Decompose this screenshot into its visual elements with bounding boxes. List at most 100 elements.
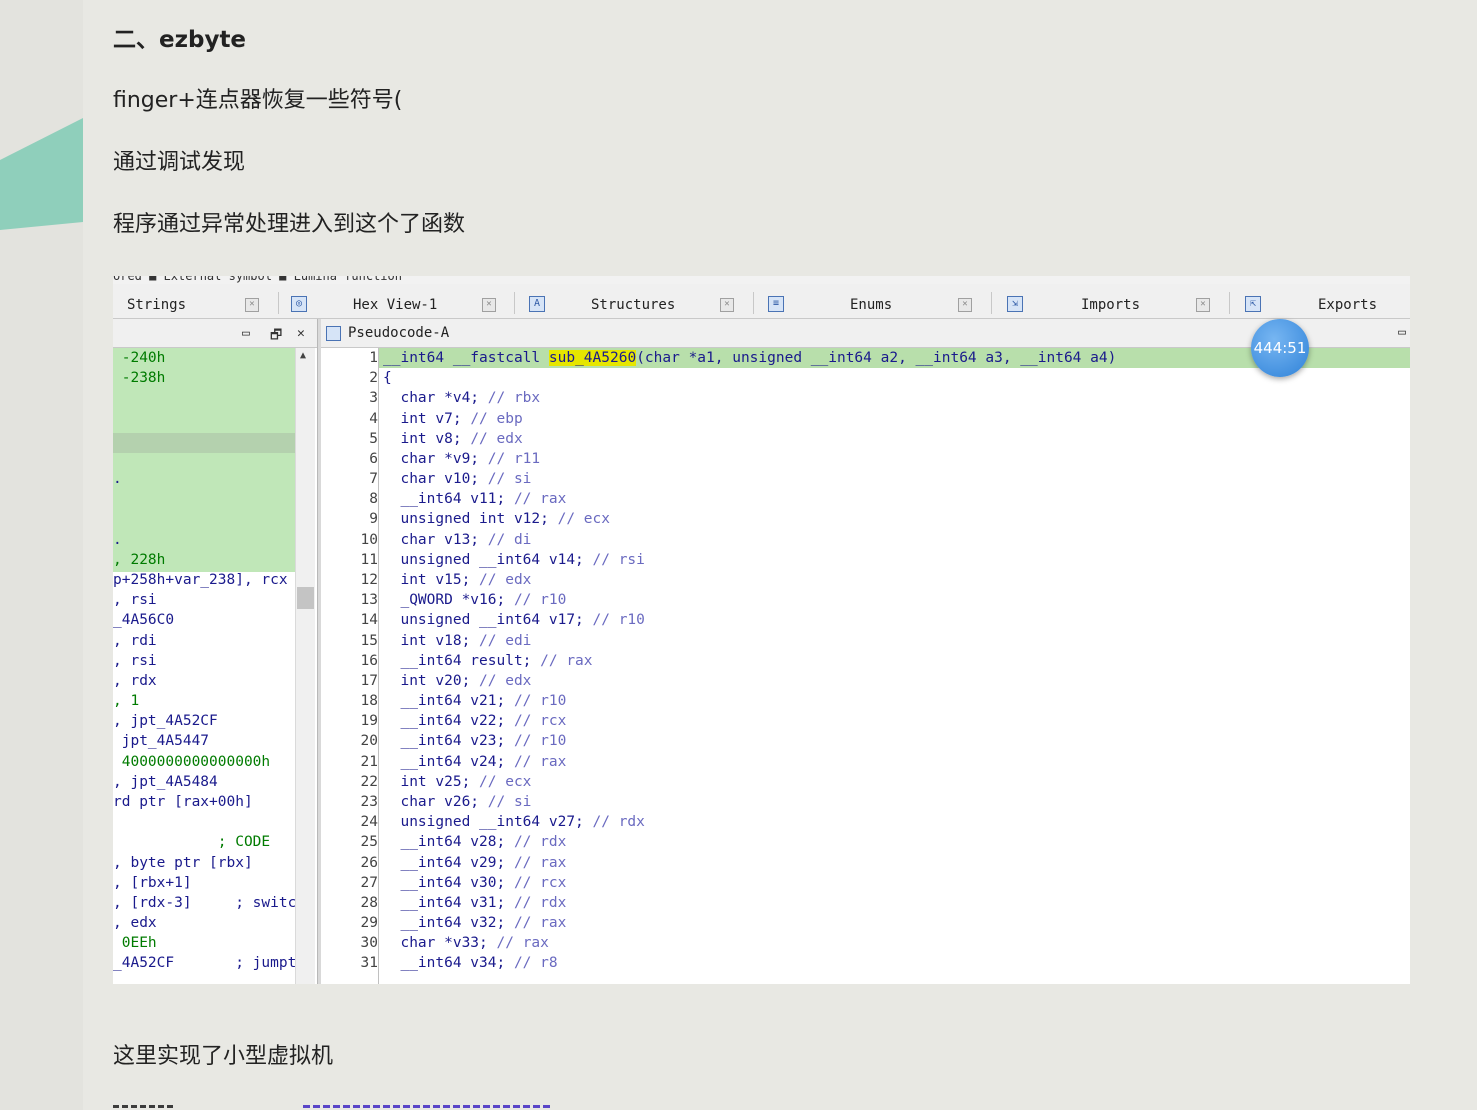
scroll-thumb[interactable] bbox=[297, 587, 314, 609]
code-line: __int64 v32; // rax bbox=[383, 913, 566, 933]
line-number: 5 bbox=[369, 430, 378, 447]
close-icon[interactable]: ✕ bbox=[297, 326, 305, 341]
code-comment: // ecx bbox=[479, 773, 532, 790]
code-line: __int64 v22; // rcx bbox=[383, 711, 566, 731]
code-line: int v8; // edx bbox=[383, 429, 522, 449]
code-line: int v15; // edx bbox=[383, 570, 531, 590]
disassembly-line: jpt_4A5447 bbox=[113, 733, 210, 750]
code-comment: // r10 bbox=[592, 612, 645, 629]
disassembly-line: -240h bbox=[113, 350, 166, 366]
code-line: __int64 v34; // r8 bbox=[383, 953, 557, 973]
code-text: __int64 v11; bbox=[383, 491, 514, 508]
code-comment: // rax bbox=[540, 652, 593, 669]
code-text: int v18; bbox=[383, 632, 480, 649]
close-icon[interactable]: ✕ bbox=[1196, 298, 1210, 312]
tab-hex-view[interactable]: Hex View-1 bbox=[353, 284, 437, 318]
disassembly-line: , [rdx-3] ; switc bbox=[113, 894, 297, 911]
enums-icon: ≡ bbox=[768, 296, 784, 312]
line-number: 4 bbox=[369, 410, 378, 427]
disassembly-line: , rdi bbox=[113, 632, 157, 649]
close-icon[interactable]: ✕ bbox=[958, 298, 972, 312]
pseudocode-icon bbox=[326, 326, 341, 341]
disassembly-line: , 228h bbox=[113, 551, 166, 568]
code-comment: // rsi bbox=[592, 551, 645, 568]
disassembly-line: ; CODE bbox=[113, 834, 271, 851]
close-icon[interactable]: ✕ bbox=[482, 298, 496, 312]
tab-strings[interactable]: Strings bbox=[127, 284, 186, 318]
vertical-scrollbar[interactable]: ▲ bbox=[295, 348, 315, 984]
disassembly-line: , rdx bbox=[113, 672, 157, 689]
code-text: __int64 result; bbox=[383, 652, 541, 669]
disassembly-line bbox=[113, 489, 298, 509]
divider bbox=[514, 292, 515, 314]
tab-structures[interactable]: Structures bbox=[591, 284, 675, 318]
scroll-up-icon[interactable]: ▲ bbox=[300, 350, 306, 361]
disassembly-line: , rsi bbox=[113, 592, 157, 609]
tab-exports[interactable]: Exports bbox=[1318, 284, 1377, 318]
pseudocode-title[interactable]: Pseudocode-A bbox=[348, 319, 449, 347]
code-comment: // rdx bbox=[513, 834, 567, 851]
code-params: (char *a1, unsigned __int64 a2, __int64 … bbox=[636, 350, 1117, 366]
pseudocode-header: Pseudocode-A ▭ bbox=[321, 319, 1410, 348]
divider bbox=[753, 292, 754, 314]
line-number: 14 bbox=[360, 612, 378, 629]
disassembly-line: . bbox=[113, 531, 122, 548]
divider bbox=[991, 292, 992, 314]
line-number: 18 bbox=[360, 693, 378, 710]
maximize-icon[interactable]: ▭ bbox=[242, 326, 250, 341]
code-text: int v25; bbox=[383, 773, 480, 790]
line-number: 16 bbox=[360, 652, 378, 669]
disassembly-line: , edx bbox=[113, 915, 157, 932]
code-area[interactable]: __int64 __fastcall sub_4A5260(char *a1, … bbox=[378, 348, 1410, 984]
close-icon[interactable]: ✕ bbox=[720, 298, 734, 312]
restore-icon[interactable]: 🗗 bbox=[270, 326, 282, 348]
hex-view-icon: ◎ bbox=[291, 296, 307, 312]
line-number: 17 bbox=[360, 672, 378, 689]
code-line: char *v4; // rbx bbox=[383, 388, 540, 408]
code-text: char v26; bbox=[383, 793, 488, 810]
code-text: _QWORD *v16; bbox=[383, 592, 514, 609]
line-number: 27 bbox=[360, 874, 378, 891]
disassembly-pane: ▭ 🗗 ✕ -240h -238h.. , 228h p+258h+var_238]… bbox=[113, 319, 317, 984]
code-text: __int64 v22; bbox=[383, 713, 514, 730]
maximize-icon[interactable]: ▭ bbox=[1398, 325, 1406, 340]
line-number: 23 bbox=[360, 793, 378, 810]
code-comment: // rax bbox=[513, 854, 567, 871]
code-text: __int64 __fastcall bbox=[383, 350, 549, 366]
line-number: 6 bbox=[369, 450, 378, 467]
code-line: __int64 v11; // rax bbox=[383, 489, 566, 509]
code-text: char v13; bbox=[383, 531, 488, 548]
close-icon[interactable]: ✕ bbox=[245, 298, 259, 312]
code-line: { bbox=[383, 368, 392, 388]
code-comment: // si bbox=[487, 471, 532, 488]
code-comment: // edx bbox=[479, 571, 532, 588]
code-line: __int64 v21; // r10 bbox=[383, 691, 566, 711]
line-number: 22 bbox=[360, 773, 378, 790]
tab-imports[interactable]: Imports bbox=[1081, 284, 1140, 318]
code-text: char *v4; bbox=[383, 390, 488, 407]
code-text: char *v33; bbox=[383, 935, 497, 952]
line-number: 20 bbox=[360, 733, 378, 750]
paragraph: 通过调试发现 bbox=[113, 150, 246, 175]
line-number-gutter: 1 2 3 4 5 6 7 8 9 10 11 12 13 14 15 16 17 18 19 20 21 22 23 24 2… bbox=[321, 348, 378, 984]
line-number: 8 bbox=[369, 491, 378, 508]
disassembly-line: , byte ptr [rbx] bbox=[113, 854, 253, 871]
code-text: __int64 v30; bbox=[383, 874, 514, 891]
paragraph: finger+连点器恢复一些符号( bbox=[113, 88, 403, 113]
disassembly-line bbox=[113, 812, 298, 832]
function-name[interactable]: sub_4A5260 bbox=[548, 350, 637, 366]
tab-enums[interactable]: Enums bbox=[850, 284, 892, 318]
code-comment: // edi bbox=[479, 632, 532, 649]
legend-strip: ored ■ External symbol ■ Lumina function bbox=[113, 276, 1410, 284]
pseudocode-pane: Pseudocode-A ▭ 1 2 3 4 5 6 7 8 9 10 11 12 13 14 15 16 17… bbox=[321, 319, 1410, 984]
code-comment: // rax bbox=[513, 753, 567, 770]
code-comment: // di bbox=[487, 531, 532, 548]
code-line: __int64 v30; // rcx bbox=[383, 873, 566, 893]
code-line: int v25; // ecx bbox=[383, 772, 531, 792]
code-line: _QWORD *v16; // r10 bbox=[383, 590, 566, 610]
code-text: int v7; bbox=[383, 410, 471, 427]
code-comment: // rax bbox=[513, 915, 567, 932]
timer-badge[interactable]: 444:51 bbox=[1251, 319, 1309, 377]
line-number: 28 bbox=[360, 894, 378, 911]
code-text: char *v9; bbox=[383, 450, 488, 467]
